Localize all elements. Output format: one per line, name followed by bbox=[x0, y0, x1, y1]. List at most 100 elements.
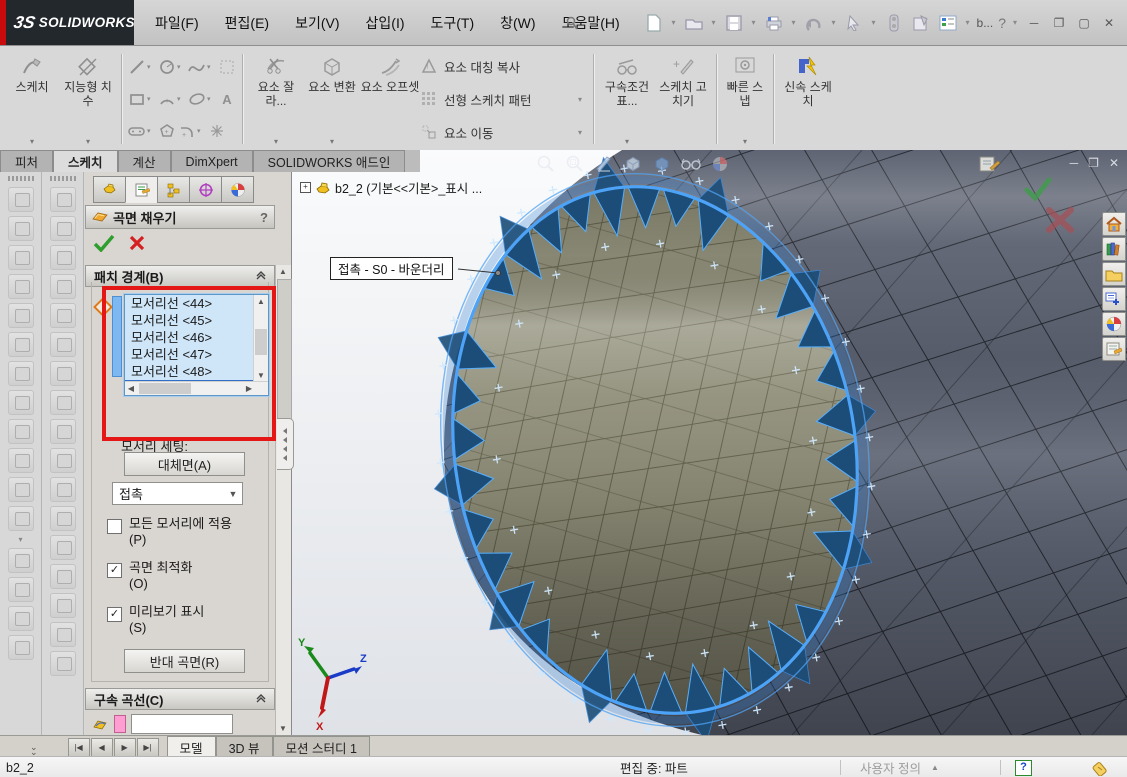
dimxpert-manager-tab-icon[interactable] bbox=[189, 176, 222, 203]
save-caret-icon[interactable]: ▾ bbox=[750, 18, 758, 27]
custom-properties-icon[interactable] bbox=[1102, 337, 1126, 361]
mirror-entities-button[interactable]: ! 요소 대칭 복사 bbox=[420, 56, 588, 76]
left-toolbar-icon[interactable] bbox=[7, 332, 34, 357]
left-toolbar-icon[interactable] bbox=[49, 419, 76, 444]
scroll-thumb-h[interactable] bbox=[139, 383, 191, 394]
custom-units-dropdown[interactable]: 사용자 정의 ▲ bbox=[860, 758, 939, 777]
tab-sketch[interactable]: 스케치 bbox=[53, 150, 118, 172]
linear-pattern-button[interactable]: 선형 스케치 패턴 ▾ bbox=[420, 89, 588, 109]
list-item[interactable]: 모서리선 <46> bbox=[125, 329, 254, 346]
view-palette-icon[interactable] bbox=[1102, 287, 1126, 311]
left-toolbar-icon[interactable] bbox=[49, 535, 76, 560]
ellipse-caret-icon[interactable]: ▾ bbox=[207, 95, 217, 103]
feature-manager-tab-icon[interactable] bbox=[93, 176, 126, 203]
scroll-left-icon[interactable]: ◀ bbox=[125, 382, 137, 395]
new-caret-icon[interactable]: ▾ bbox=[670, 18, 678, 27]
reverse-surface-button[interactable]: 반대 곡면(R) bbox=[124, 649, 245, 673]
tree-expand-icon[interactable]: + bbox=[300, 182, 311, 193]
move-caret-icon[interactable]: ▾ bbox=[578, 128, 588, 137]
select-caret-icon[interactable]: ▾ bbox=[870, 18, 878, 27]
menu-tools[interactable]: 도구(T) bbox=[431, 13, 475, 33]
constraint-curves-header[interactable]: 구속 곡선(C) bbox=[85, 688, 275, 710]
left-toolbar-icon[interactable] bbox=[7, 577, 34, 602]
smart-dimension-button[interactable]: 지능형 치수 ▾ bbox=[60, 50, 116, 148]
left-toolbar-icon[interactable] bbox=[49, 245, 76, 270]
left-toolbar-icon[interactable] bbox=[49, 448, 76, 473]
smart-dimension-caret-icon[interactable]: ▾ bbox=[86, 137, 90, 148]
scroll-right-icon[interactable]: ▶ bbox=[243, 382, 255, 395]
print-caret-icon[interactable]: ▾ bbox=[790, 18, 798, 27]
edit-sketch-icon[interactable] bbox=[978, 153, 1000, 175]
text-icon[interactable]: A bbox=[217, 89, 237, 109]
alternate-face-button[interactable]: 대체면(A) bbox=[124, 452, 245, 476]
pm-scroll-down-icon[interactable]: ▼ bbox=[276, 722, 290, 735]
print-icon[interactable] bbox=[763, 12, 785, 34]
file-properties-icon[interactable] bbox=[910, 12, 932, 34]
constraint-curve-input[interactable] bbox=[131, 714, 233, 734]
left-toolbar-icon[interactable] bbox=[49, 216, 76, 241]
appearances-scene-icon[interactable] bbox=[1102, 312, 1126, 336]
left-toolbar-icon[interactable] bbox=[7, 245, 34, 270]
pm-scroll-up-icon[interactable]: ▲ bbox=[276, 265, 290, 278]
home-icon[interactable] bbox=[1102, 212, 1126, 236]
view-orientation-icon[interactable] bbox=[622, 153, 644, 175]
left-toolbar-icon[interactable] bbox=[49, 187, 76, 212]
show-preview-checkbox[interactable] bbox=[107, 607, 122, 622]
repair-sketch-button[interactable]: + 스케치 고치기 bbox=[655, 50, 711, 148]
model-canvas[interactable]: Y Z X bbox=[292, 150, 1127, 735]
maximize-button[interactable]: ▢ bbox=[1074, 16, 1094, 30]
left-toolbar-icon[interactable] bbox=[7, 548, 34, 573]
cancel-button[interactable] bbox=[129, 235, 145, 251]
spline-caret-icon[interactable]: ▾ bbox=[207, 63, 217, 71]
doc-close-button[interactable]: ✕ bbox=[1109, 156, 1119, 170]
list-item[interactable]: 모서리선 <47> bbox=[125, 346, 254, 363]
apply-all-edges-checkbox[interactable] bbox=[107, 519, 122, 534]
pm-help-icon[interactable]: ? bbox=[260, 210, 268, 225]
new-document-icon[interactable] bbox=[643, 12, 665, 34]
list-item[interactable]: 모서리선 <45> bbox=[125, 312, 254, 329]
rebuild-icon[interactable] bbox=[883, 12, 905, 34]
document-name-short[interactable]: b... bbox=[977, 16, 994, 30]
trim-caret-icon[interactable]: ▾ bbox=[274, 137, 278, 148]
left-toolbar-icon[interactable] bbox=[7, 419, 34, 444]
collapse-double-chevron-icon[interactable]: ⌄ ⌄ bbox=[30, 743, 38, 757]
left-toolbar-icon[interactable] bbox=[49, 651, 76, 676]
close-button[interactable]: ✕ bbox=[1099, 16, 1119, 30]
left-toolbar-icon[interactable] bbox=[49, 477, 76, 502]
circle-icon[interactable] bbox=[157, 57, 177, 77]
graphics-viewport[interactable]: Y Z X ─ ❐ ✕ + b2_2 (기본<<기본>_표시 ... 접촉 - S0… bbox=[292, 150, 1127, 735]
optimize-surface-checkbox[interactable] bbox=[107, 563, 122, 578]
open-caret-icon[interactable]: ▾ bbox=[710, 18, 718, 27]
display-manager-tab-icon[interactable] bbox=[221, 176, 254, 203]
left-toolbar-icon[interactable] bbox=[7, 274, 34, 299]
sketch-button[interactable]: 스케치 ▾ bbox=[4, 50, 60, 148]
left-toolbar-icon[interactable] bbox=[7, 477, 34, 502]
pm-scroll-thumb[interactable] bbox=[277, 279, 292, 431]
toolbar-grip[interactable] bbox=[7, 176, 34, 181]
left-toolbar-icon[interactable] bbox=[49, 506, 76, 531]
circle-caret-icon[interactable]: ▾ bbox=[177, 63, 187, 71]
help-icon[interactable]: ? bbox=[998, 15, 1006, 31]
undo-icon[interactable] bbox=[803, 12, 825, 34]
select-icon[interactable] bbox=[843, 12, 865, 34]
rapid-sketch-button[interactable]: 신속 스케치 bbox=[779, 50, 837, 148]
arc-icon[interactable]: + bbox=[157, 89, 177, 109]
left-toolbar-icon[interactable] bbox=[49, 593, 76, 618]
spline-icon[interactable] bbox=[187, 57, 207, 77]
undo-caret-icon[interactable]: ▾ bbox=[830, 18, 838, 27]
tab-features[interactable]: 피처 bbox=[0, 150, 54, 172]
ok-button[interactable] bbox=[93, 234, 115, 252]
trim-entities-button[interactable]: 요소 잘라... ▾ bbox=[248, 50, 304, 148]
offset-entities-button[interactable]: 요소 오프셋 bbox=[360, 50, 420, 148]
left-toolbar-icon[interactable] bbox=[49, 361, 76, 386]
left-toolbar-icon[interactable] bbox=[7, 506, 34, 531]
edge-list-box[interactable]: 모서리선 <44> 모서리선 <45> 모서리선 <46> 모서리선 <47> … bbox=[124, 294, 269, 396]
left-toolbar-icon[interactable] bbox=[7, 390, 34, 415]
open-icon[interactable] bbox=[683, 12, 705, 34]
next-tab-button[interactable]: ▶ bbox=[113, 738, 136, 757]
left-toolbar-icon[interactable] bbox=[7, 303, 34, 328]
line-icon[interactable] bbox=[127, 57, 147, 77]
doc-restore-button[interactable]: ❐ bbox=[1088, 156, 1099, 170]
pm-scrollbar[interactable]: ▲ ▼ bbox=[275, 265, 292, 735]
left-toolbar-icon[interactable] bbox=[49, 303, 76, 328]
